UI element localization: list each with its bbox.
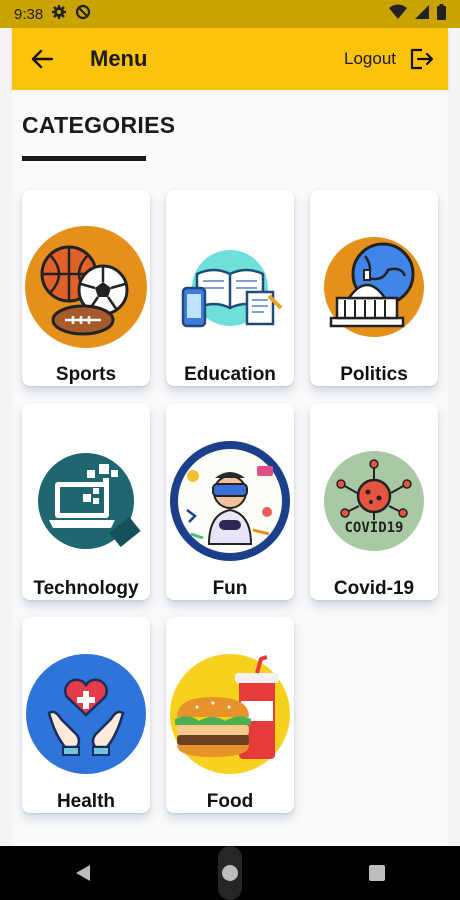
signal-icon: [415, 5, 429, 23]
wifi-icon: [389, 4, 407, 24]
arrow-left-icon: [31, 49, 53, 69]
system-nav-bar: [0, 846, 460, 900]
category-label: Sports: [55, 364, 117, 385]
capitol-globe-icon: [324, 237, 424, 337]
category-label: Politics: [340, 364, 408, 385]
data-saver-icon: [75, 4, 91, 24]
svg-text:COVID19: COVID19: [344, 520, 403, 536]
nav-recents-button[interactable]: [347, 846, 407, 900]
sports-balls-icon: [25, 226, 147, 348]
square-recents-icon: [369, 865, 386, 881]
battery-icon: [437, 4, 446, 24]
category-card-fun[interactable]: Fun: [166, 404, 294, 600]
heading-underline: [22, 156, 146, 161]
category-card-politics[interactable]: Politics: [310, 190, 438, 386]
category-card-food[interactable]: Food: [166, 617, 294, 813]
heart-hands-icon: [26, 654, 146, 774]
main-content: CATEGORIES Sports Education Politics Tec…: [12, 90, 448, 846]
category-card-sports[interactable]: Sports: [22, 190, 150, 386]
laptop-icon: [38, 453, 141, 549]
nav-home-button[interactable]: [217, 846, 242, 900]
category-card-technology[interactable]: Technology: [22, 404, 150, 600]
back-button[interactable]: [12, 28, 72, 90]
books-icon: [181, 250, 283, 328]
logout-label: Logout: [344, 49, 396, 68]
logout-button[interactable]: Logout: [344, 48, 448, 70]
status-time: 9:38: [14, 5, 44, 23]
triangle-back-icon: [75, 865, 90, 881]
covid-virus-icon: COVID19: [324, 451, 424, 551]
category-label: Technology: [33, 578, 139, 599]
page-title: Menu: [90, 46, 148, 71]
category-card-health[interactable]: Health: [22, 617, 150, 813]
logout-icon: [410, 48, 434, 70]
status-bar: 9:38: [0, 0, 460, 28]
category-card-covid-19[interactable]: COVID19 Covid-19: [310, 404, 438, 600]
category-label: Fun: [212, 578, 248, 599]
nav-back-button[interactable]: [53, 846, 113, 900]
circle-home-icon: [221, 865, 238, 881]
app-bar: Menu Logout: [12, 28, 448, 90]
category-label: Health: [56, 791, 116, 812]
gear-icon: [51, 4, 67, 24]
category-card-education[interactable]: Education: [166, 190, 294, 386]
vr-gamer-icon: [170, 441, 290, 561]
burger-drink-icon: [170, 654, 290, 774]
category-label: Education: [184, 364, 276, 385]
section-heading: CATEGORIES: [22, 112, 176, 138]
category-label: Food: [206, 791, 254, 812]
category-label: Covid-19: [333, 578, 415, 599]
